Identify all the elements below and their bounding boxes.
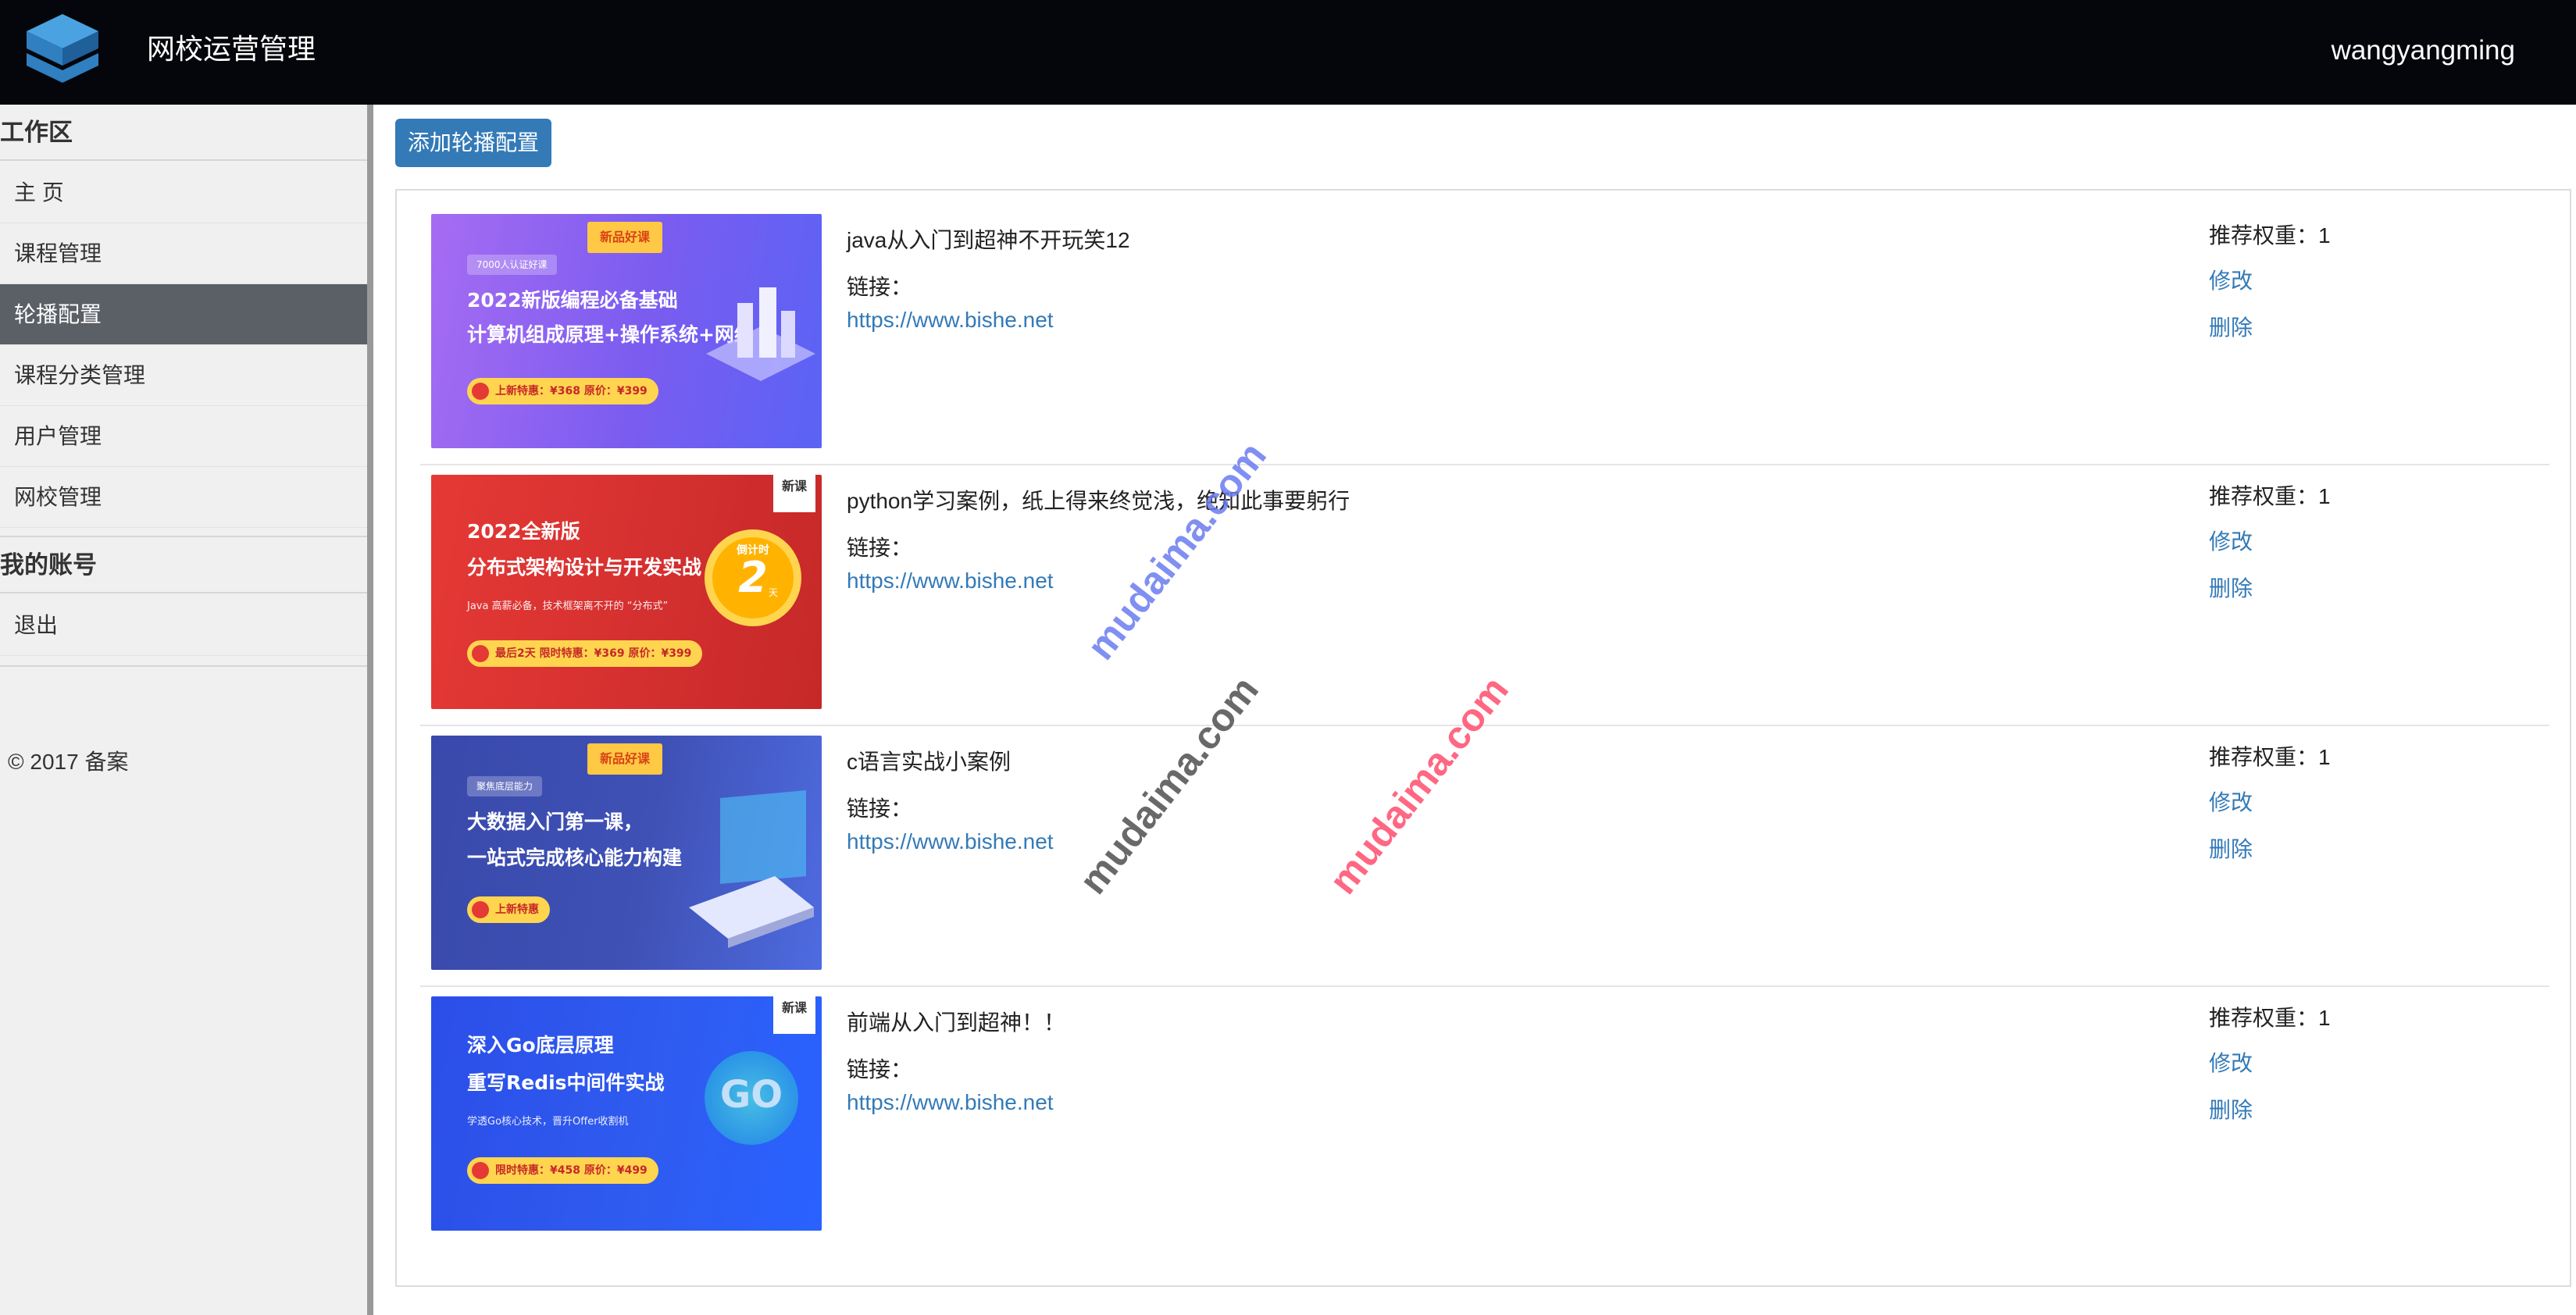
- delete-link[interactable]: 删除: [2209, 573, 2253, 604]
- carousel-link[interactable]: https://www.bishe.net: [847, 826, 1054, 857]
- sidebar-section-account: 我的账号: [0, 537, 367, 593]
- go-logo-text: GO: [719, 1073, 783, 1117]
- sidebar: 工作区 主 页 课程管理 轮播配置 课程分类管理 用户管理 网校管理 我的账号 …: [0, 105, 367, 1315]
- link-label: 链接：: [847, 275, 913, 299]
- carousel-row: 新课 深入Go底层原理 重写Redis中间件实战 学透Go核心技术，晋升Offe…: [420, 985, 2549, 1246]
- banner-price-chip: 上新特惠：¥368 原价：¥399: [467, 378, 658, 404]
- carousel-row: 新课 2022全新版 分布式架构设计与开发实战 Java 高薪必备，技术框架离不…: [420, 464, 2549, 725]
- carousel-title: java从入门到超神不开玩笑12: [847, 228, 1130, 252]
- carousel-link[interactable]: https://www.bishe.net: [847, 565, 1054, 597]
- sidebar-item-home[interactable]: 主 页: [0, 162, 367, 223]
- sidebar-divider: [367, 105, 373, 1315]
- edit-link[interactable]: 修改: [2209, 1048, 2253, 1079]
- sidebar-item-courses[interactable]: 课程管理: [0, 223, 367, 284]
- carousel-title: python学习案例，纸上得来终觉浅，绝知此事要躬行: [847, 489, 1350, 513]
- edit-link[interactable]: 修改: [2209, 526, 2253, 558]
- banner-line1: 大数据入门第一课，: [467, 811, 644, 833]
- banner-line1: 2022全新版: [467, 520, 580, 543]
- isometric-city-icon: [706, 287, 815, 381]
- app-title: 网校运营管理: [147, 33, 316, 65]
- laptop-illustration-icon: [689, 790, 814, 948]
- banner-pill: 7000人认证好课: [467, 255, 557, 275]
- countdown-number: 2: [738, 553, 768, 602]
- delete-link[interactable]: 删除: [2209, 312, 2253, 344]
- carousel-row: 新品好课 7000人认证好课 2022新版编程必备基础 计算机组成原理+操作系统…: [420, 203, 2549, 464]
- go-logo-icon: GO: [705, 1051, 798, 1145]
- weight-label: 推荐权重：: [2209, 745, 2319, 769]
- banner-pill: 聚焦底层能力: [467, 776, 543, 796]
- carousel-row: 新品好课 聚焦底层能力 大数据入门第一课， 一站式完成核心能力构建 上新特惠 c…: [420, 725, 2549, 985]
- weight-text: 推荐权重：1: [2209, 220, 2331, 251]
- add-carousel-button[interactable]: 添加轮播配置: [395, 119, 551, 167]
- weight-label: 推荐权重：: [2209, 484, 2319, 508]
- link-label: 链接：: [847, 796, 913, 821]
- weight-value: 1: [2318, 745, 2331, 769]
- banner-line2: 分布式架构设计与开发实战: [467, 556, 702, 579]
- banner-image[interactable]: 新课 深入Go底层原理 重写Redis中间件实战 学透Go核心技术，晋升Offe…: [431, 996, 822, 1231]
- delete-link[interactable]: 删除: [2209, 1095, 2253, 1126]
- banner-corner-tag: 新课: [773, 996, 815, 1034]
- weight-label: 推荐权重：: [2209, 223, 2319, 248]
- sidebar-item-carousel[interactable]: 轮播配置: [0, 284, 367, 345]
- banner-tag: 新品好课: [587, 222, 663, 253]
- weight-text: 推荐权重：1: [2209, 481, 2331, 512]
- carousel-list-panel: 新品好课 7000人认证好课 2022新版编程必备基础 计算机组成原理+操作系统…: [395, 189, 2571, 1287]
- banner-subtext: Java 高薪必备，技术框架离不开的 “分布式”: [467, 600, 669, 612]
- banner-price-chip: 上新特惠: [467, 896, 550, 923]
- banner-price-chip: 最后2天 限时特惠：¥369 原价：¥399: [467, 640, 703, 667]
- sidebar-item-school[interactable]: 网校管理: [0, 467, 367, 528]
- weight-value: 1: [2318, 1006, 2331, 1030]
- banner-image[interactable]: 新品好课 7000人认证好课 2022新版编程必备基础 计算机组成原理+操作系统…: [431, 214, 822, 448]
- sidebar-item-categories[interactable]: 课程分类管理: [0, 345, 367, 406]
- carousel-link[interactable]: https://www.bishe.net: [847, 1087, 1054, 1118]
- link-label: 链接：: [847, 536, 913, 560]
- banner-corner-tag: 新课: [773, 475, 815, 512]
- weight-value: 1: [2318, 223, 2331, 248]
- weight-value: 1: [2318, 484, 2331, 508]
- top-header: 网校运营管理 wangyangming: [0, 0, 2576, 105]
- stacked-cube-logo-icon: [27, 14, 98, 83]
- banner-image[interactable]: 新品好课 聚焦底层能力 大数据入门第一课， 一站式完成核心能力构建 上新特惠: [431, 736, 822, 970]
- banner-line1: 2022新版编程必备基础: [467, 289, 678, 312]
- countdown-unit: 天: [769, 587, 779, 598]
- banner-tag: 新品好课: [587, 743, 663, 775]
- carousel-title: 前端从入门到超神！！: [847, 1010, 1066, 1035]
- weight-text: 推荐权重：1: [2209, 1003, 2331, 1034]
- sidebar-item-logout[interactable]: 退出: [0, 595, 367, 656]
- sidebar-section-workspace: 工作区: [0, 105, 367, 161]
- divider: [0, 665, 367, 667]
- banner-line2: 重写Redis中间件实战: [467, 1071, 665, 1094]
- banner-line2: 一站式完成核心能力构建: [467, 846, 683, 869]
- footer-copyright: © 2017 备案: [8, 750, 129, 774]
- banner-line1: 深入Go底层原理: [467, 1034, 614, 1057]
- weight-text: 推荐权重：1: [2209, 742, 2331, 773]
- countdown-badge: 倒计时 2 天: [705, 529, 801, 626]
- link-label: 链接：: [847, 1057, 913, 1082]
- banner-subtext: 学透Go核心技术，晋升Offer收割机: [467, 1116, 629, 1128]
- username[interactable]: wangyangming: [2332, 31, 2515, 70]
- carousel-link[interactable]: https://www.bishe.net: [847, 305, 1054, 336]
- delete-link[interactable]: 删除: [2209, 834, 2253, 865]
- sidebar-item-users[interactable]: 用户管理: [0, 406, 367, 467]
- banner-image[interactable]: 新课 2022全新版 分布式架构设计与开发实战 Java 高薪必备，技术框架离不…: [431, 475, 822, 709]
- edit-link[interactable]: 修改: [2209, 265, 2253, 297]
- edit-link[interactable]: 修改: [2209, 787, 2253, 818]
- weight-label: 推荐权重：: [2209, 1006, 2319, 1030]
- carousel-title: c语言实战小案例: [847, 750, 1011, 774]
- banner-price-chip: 限时特惠：¥458 原价：¥499: [467, 1157, 658, 1184]
